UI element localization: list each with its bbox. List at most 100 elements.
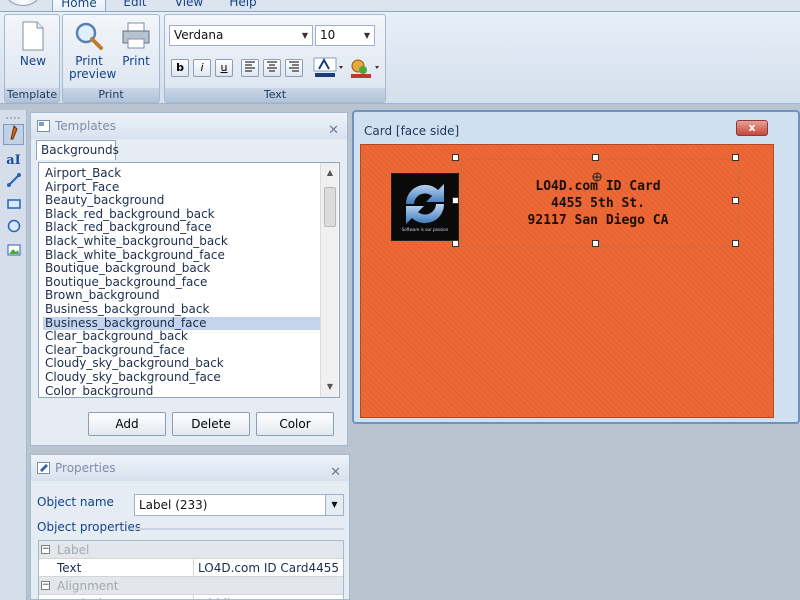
resize-handle[interactable] (732, 154, 739, 161)
align-left-button[interactable] (241, 59, 259, 77)
ribbon-group-label-text: Text (165, 88, 385, 102)
text-tool-icon: aI (6, 153, 21, 168)
list-item[interactable]: Brown_background (45, 289, 160, 302)
list-item[interactable]: Boutique_background_back (45, 262, 210, 275)
resize-handle[interactable] (732, 240, 739, 247)
property-row[interactable]: Vertical Middle (39, 595, 343, 599)
object-name-select[interactable]: Label (233) ▼ (134, 494, 344, 516)
list-scrollbar[interactable]: ▲ ▼ (320, 163, 338, 397)
properties-panel-header: Properties ✕ (31, 455, 349, 481)
tab-backgrounds[interactable]: Backgrounds (36, 140, 119, 160)
fill-color-button[interactable] (349, 57, 383, 79)
property-category[interactable]: − Alignment (39, 577, 343, 595)
resize-handle[interactable] (452, 197, 459, 204)
list-item[interactable]: Business_background_face (43, 316, 321, 330)
rectangle-tool-button[interactable] (3, 196, 24, 217)
object-name-label: Object name (37, 495, 114, 509)
tab-view[interactable]: View (166, 0, 212, 11)
card-line-street[interactable]: 4455 5th St. (461, 196, 735, 211)
new-document-icon (22, 21, 44, 51)
list-item[interactable]: Airport_Face (45, 180, 119, 194)
list-item[interactable]: Clear_background_back (45, 330, 188, 343)
ribbon-group-text: Verdana ▼ 10 ▼ b i u Text (164, 14, 386, 103)
tab-edit[interactable]: Edit (112, 0, 158, 11)
bold-button[interactable]: b (171, 59, 189, 77)
font-family-select[interactable]: Verdana ▼ (169, 25, 313, 46)
property-name: Label (57, 543, 90, 557)
ellipse-tool-button[interactable] (3, 219, 24, 240)
align-left-icon (245, 61, 255, 72)
property-value[interactable]: LO4D.com ID Card4455 5th S (193, 559, 343, 577)
list-item[interactable]: Clear_background_face (45, 343, 185, 357)
ellipse-icon (7, 219, 20, 233)
property-value[interactable]: Middle (193, 595, 343, 599)
scroll-up-icon[interactable]: ▲ (321, 165, 339, 181)
ribbon-group-print: Print preview Print Print (62, 14, 160, 103)
ribbon-tab-strip: Home Edit View Help (0, 0, 800, 12)
card-canvas[interactable]: Software is our passion LO4D.com ID Card… (360, 144, 774, 418)
print-button[interactable]: Print (115, 21, 157, 68)
logo-arrows-icon (405, 184, 445, 224)
close-icon[interactable]: ✕ (328, 118, 339, 144)
new-button[interactable]: New (9, 21, 57, 68)
property-row[interactable]: Text LO4D.com ID Card4455 5th S (39, 559, 343, 577)
property-category[interactable]: − Label (39, 541, 343, 559)
card-window: Card [face side] x Software is our passi… (352, 110, 800, 424)
tab-help[interactable]: Help (220, 0, 266, 11)
image-tool-button[interactable] (3, 242, 24, 263)
collapse-icon[interactable]: − (41, 545, 50, 554)
move-cursor-icon (592, 172, 602, 182)
add-button[interactable]: Add (88, 412, 166, 436)
resize-handle[interactable] (732, 197, 739, 204)
tool-strip: ···· aI (0, 110, 27, 600)
list-item[interactable]: Black_red_background_face (45, 221, 212, 234)
backgrounds-list[interactable]: Airport_Back Airport_Face Beauty_backgroun… (38, 162, 340, 398)
underline-button[interactable]: u (215, 59, 233, 77)
text-color-button[interactable] (313, 57, 347, 79)
list-item[interactable]: Boutique_background_face (45, 275, 207, 289)
text-color-icon (313, 57, 343, 77)
printer-icon (122, 22, 150, 49)
list-item[interactable]: Cloudy_sky_background_face (45, 371, 221, 384)
align-right-button[interactable] (285, 59, 303, 77)
resize-handle[interactable] (592, 240, 599, 247)
align-right-icon (289, 61, 299, 72)
application-menu-button[interactable] (6, 0, 40, 6)
close-window-button[interactable]: x (736, 120, 768, 136)
logo-tagline: Software is our passion (401, 227, 449, 232)
object-name-value: Label (233) (139, 498, 208, 512)
property-grid[interactable]: −LabelTextLO4D.com ID Card4455 5th S−Ali… (38, 540, 344, 600)
text-tool-button[interactable]: aI (3, 150, 24, 171)
print-preview-button[interactable]: Print preview (65, 21, 116, 81)
chevron-down-icon: ▼ (301, 31, 309, 40)
object-properties-label: Object properties (37, 520, 142, 534)
italic-button[interactable]: i (193, 59, 211, 77)
align-center-button[interactable] (263, 59, 281, 77)
list-item[interactable]: Cloudy_sky_background_back (45, 357, 224, 370)
select-tool-button[interactable] (3, 124, 24, 145)
templates-panel-title: Templates (55, 119, 117, 133)
list-item[interactable]: Black_red_background_back (45, 207, 215, 221)
list-item[interactable]: Airport_Back (45, 167, 121, 180)
card-logo-image[interactable]: Software is our passion (391, 173, 459, 241)
list-item[interactable]: Beauty_background (45, 194, 164, 207)
scroll-down-icon[interactable]: ▼ (321, 379, 339, 395)
paint-bucket-icon (351, 59, 379, 78)
collapse-icon[interactable]: − (41, 581, 50, 590)
list-item[interactable]: Business_background_back (45, 303, 209, 316)
resize-handle[interactable] (452, 154, 459, 161)
tab-home[interactable]: Home (52, 0, 106, 11)
resize-handle[interactable] (452, 240, 459, 247)
scroll-thumb[interactable] (324, 187, 336, 227)
list-item[interactable]: Black_white_background_face (45, 248, 225, 262)
ribbon-group-label-template: Template (5, 88, 59, 102)
color-button[interactable]: Color (256, 412, 334, 436)
delete-button[interactable]: Delete (172, 412, 250, 436)
list-item[interactable]: Black_white_background_back (45, 235, 228, 248)
font-size-select[interactable]: 10 ▼ (315, 25, 375, 46)
resize-handle[interactable] (592, 154, 599, 161)
close-icon[interactable]: ✕ (330, 460, 341, 486)
list-item[interactable]: Color_background (45, 384, 153, 397)
card-line-city[interactable]: 92117 San Diego CA (461, 213, 735, 228)
line-tool-button[interactable] (3, 173, 24, 194)
